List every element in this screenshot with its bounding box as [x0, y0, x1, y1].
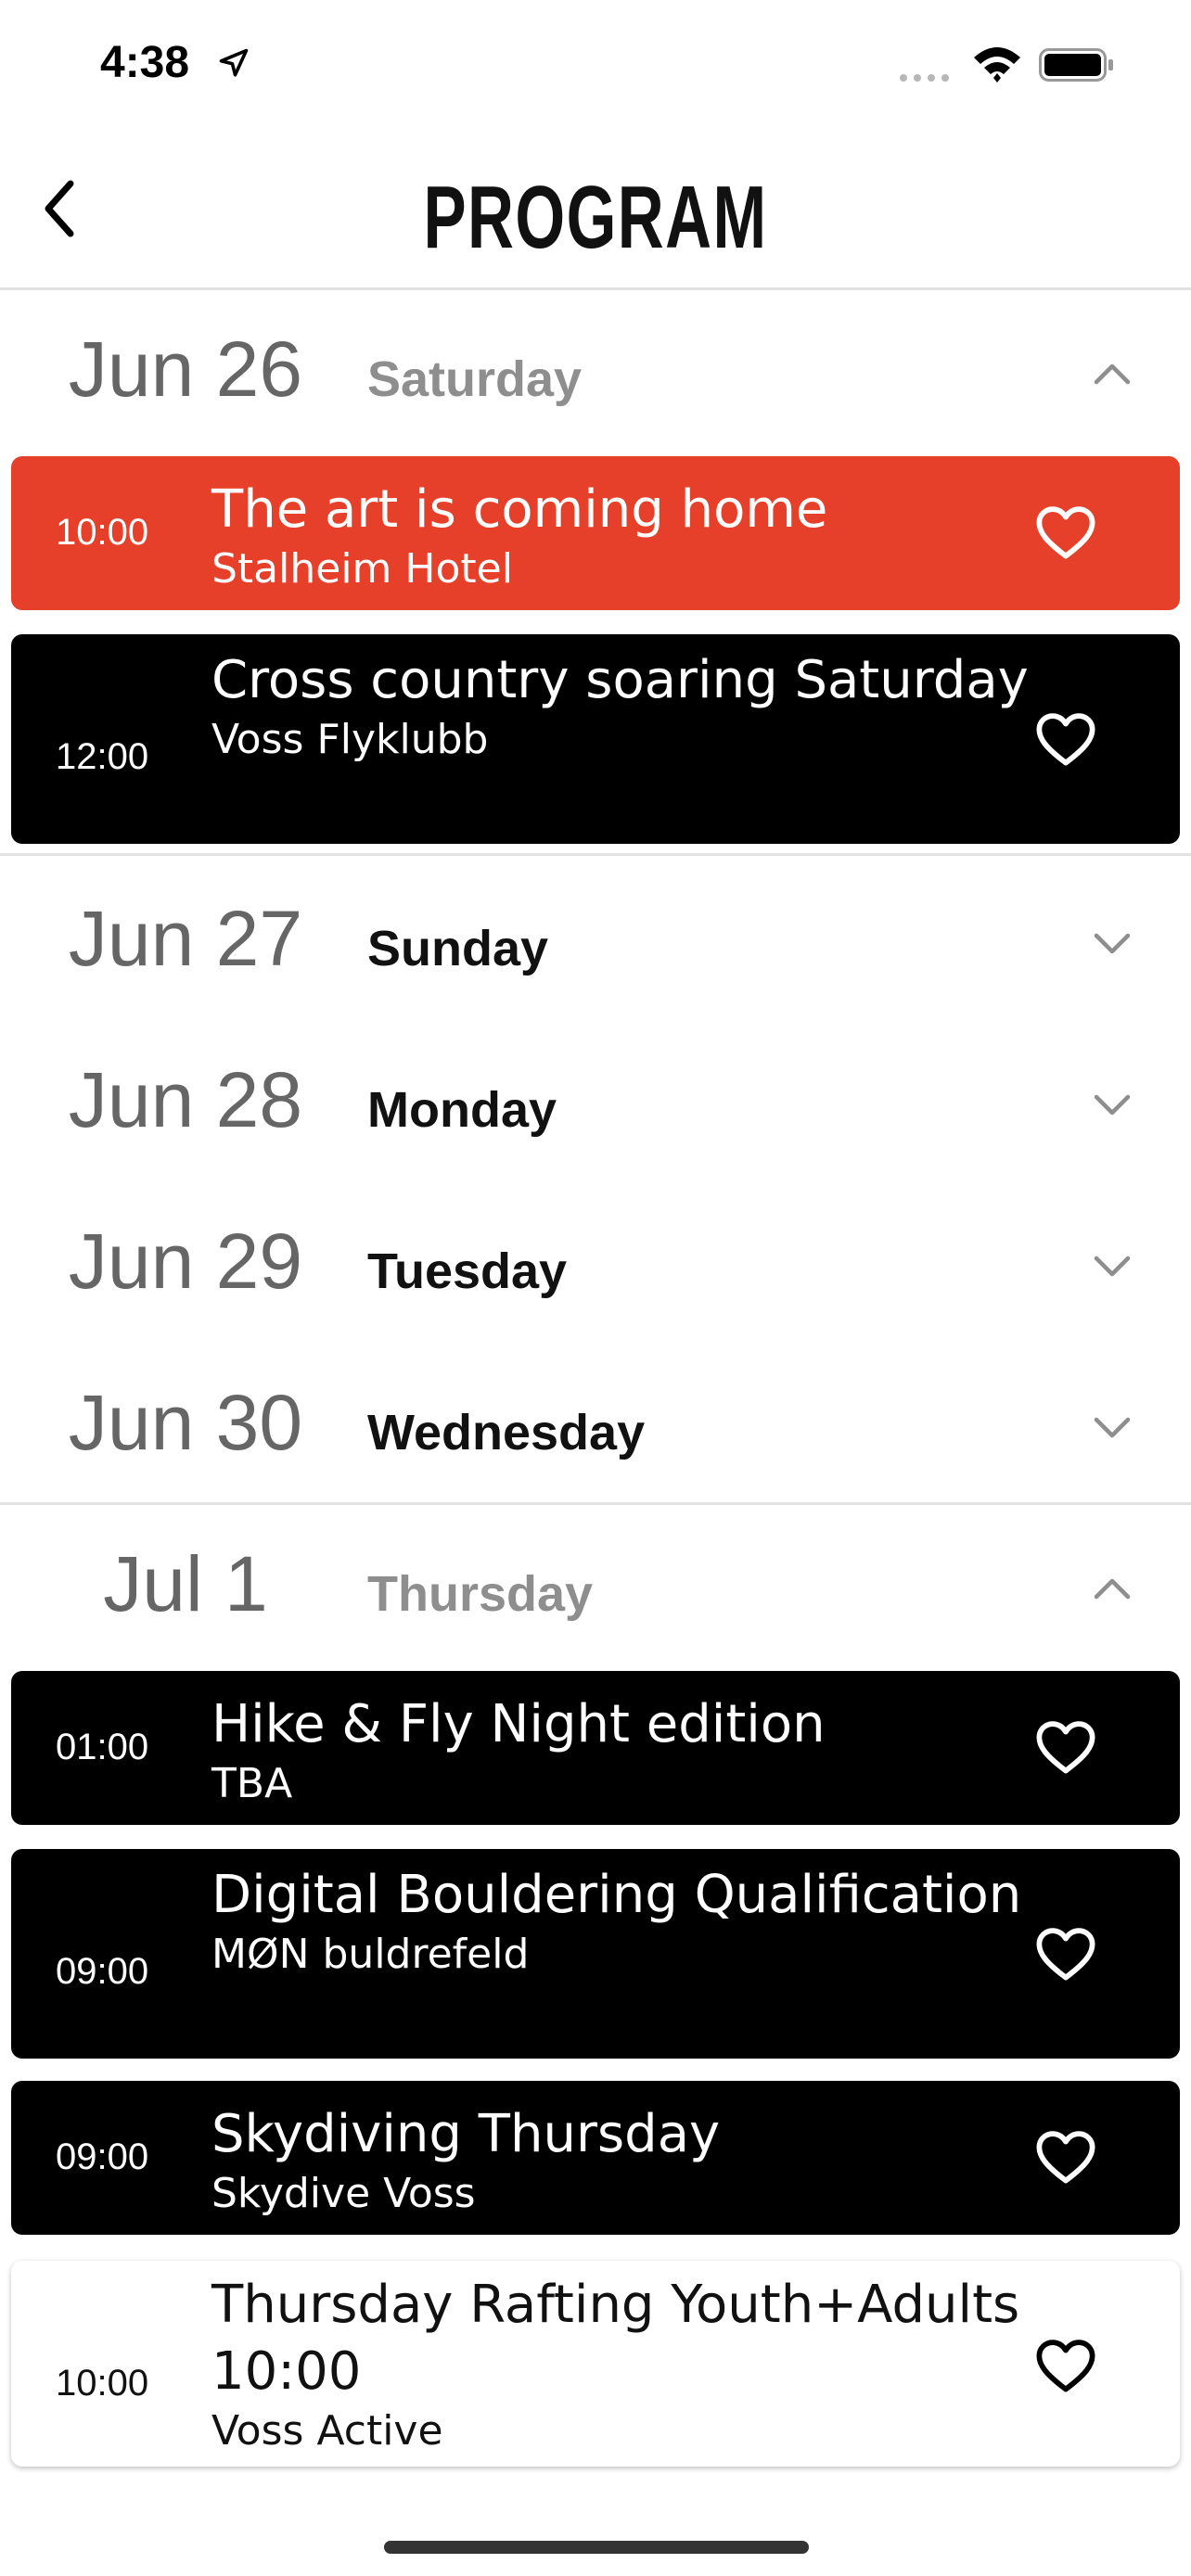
favorite-heart-icon[interactable] — [1035, 1720, 1096, 1776]
day-date: Jul 1 — [103, 1540, 268, 1627]
favorite-heart-icon[interactable] — [1035, 712, 1096, 768]
nav-header: PROGRAM — [0, 130, 1191, 290]
event-info: Cross country soaring Saturday Voss Flyk… — [211, 647, 1031, 766]
status-time: 4:38 — [100, 38, 190, 87]
day-weekday: Sunday — [367, 921, 549, 976]
event-time: 12:00 — [56, 736, 149, 777]
event-name: Hike & Fly Night edition — [211, 1694, 826, 1754]
event-info: Thursday Rafting Youth+Adults 10:00 Voss… — [211, 2272, 1031, 2457]
day-header-jun-26[interactable]: Jun 26 Saturday — [0, 302, 1191, 441]
home-indicator[interactable] — [384, 2541, 809, 2554]
status-bar: 4:38 — [0, 0, 1191, 130]
day-header-jul-1[interactable]: Jul 1 Thursday — [0, 1517, 1191, 1656]
page-title: PROGRAM — [423, 168, 768, 267]
day-date: Jun 29 — [68, 1218, 303, 1305]
event-name: The art is coming home — [211, 479, 828, 540]
day-header-jun-27[interactable]: Jun 27 Sunday — [0, 872, 1191, 1011]
event-card[interactable]: 12:00 Cross country soaring Saturday Vos… — [11, 634, 1180, 844]
location-arrow-icon — [219, 48, 249, 77]
section-divider — [0, 853, 1191, 856]
chevron-up-icon — [1094, 1578, 1131, 1600]
day-date: Jun 26 — [68, 325, 303, 413]
event-card[interactable]: 10:00 Thursday Rafting Youth+Adults 10:0… — [11, 2261, 1180, 2467]
event-location: Stalheim Hotel — [211, 545, 513, 593]
back-chevron-icon[interactable] — [39, 176, 80, 241]
event-name: Thursday Rafting Youth+Adults 10:00 — [211, 2275, 1020, 2402]
day-weekday: Wednesday — [367, 1405, 646, 1460]
day-weekday: Tuesday — [367, 1243, 568, 1299]
cellular-signal-icon — [900, 74, 949, 82]
day-date: Jun 28 — [68, 1056, 303, 1143]
favorite-heart-icon[interactable] — [1035, 505, 1096, 561]
event-card[interactable]: 10:00 The art is coming home Stalheim Ho… — [11, 456, 1180, 610]
favorite-heart-icon[interactable] — [1035, 2130, 1096, 2186]
event-info: Skydiving Thursday Skydive Voss — [211, 2101, 1031, 2220]
event-time: 01:00 — [56, 1727, 149, 1767]
wifi-icon — [974, 47, 1020, 83]
event-info: Hike & Fly Night edition TBA — [211, 1691, 1031, 1810]
event-time: 10:00 — [56, 2363, 149, 2404]
section-divider — [0, 1502, 1191, 1505]
event-location: Skydive Voss — [211, 2170, 476, 2217]
chevron-down-icon — [1094, 933, 1131, 954]
event-location: Voss Active — [211, 2407, 443, 2455]
favorite-heart-icon[interactable] — [1035, 2339, 1096, 2394]
day-weekday: Saturday — [367, 351, 583, 407]
chevron-down-icon — [1094, 1094, 1131, 1116]
day-weekday: Monday — [367, 1082, 557, 1138]
chevron-up-icon — [1094, 363, 1131, 385]
day-header-jun-29[interactable]: Jun 29 Tuesday — [0, 1194, 1191, 1333]
day-date: Jun 30 — [68, 1379, 303, 1466]
favorite-heart-icon[interactable] — [1035, 1927, 1096, 1983]
day-weekday: Thursday — [367, 1566, 594, 1622]
event-time: 09:00 — [56, 1951, 149, 1992]
event-location: Voss Flyklubb — [211, 716, 489, 763]
day-date: Jun 27 — [68, 895, 303, 982]
event-name: Skydiving Thursday — [211, 2104, 721, 2164]
event-time: 09:00 — [56, 2136, 149, 2177]
event-card[interactable]: 01:00 Hike & Fly Night edition TBA — [11, 1671, 1180, 1825]
event-card[interactable]: 09:00 Skydiving Thursday Skydive Voss — [11, 2081, 1180, 2235]
event-info: The art is coming home Stalheim Hotel — [211, 477, 1031, 595]
event-info: Digital Bouldering Qualification MØN bul… — [211, 1862, 1031, 1981]
event-name: Cross country soaring Saturday — [211, 650, 1029, 710]
event-location: MØN buldrefeld — [211, 1931, 530, 1978]
event-location: TBA — [211, 1760, 293, 1807]
battery-icon — [1039, 48, 1113, 82]
event-card[interactable]: 09:00 Digital Bouldering Qualification M… — [11, 1849, 1180, 2059]
event-time: 10:00 — [56, 512, 149, 553]
chevron-down-icon — [1094, 1417, 1131, 1438]
day-header-jun-30[interactable]: Jun 30 Wednesday — [0, 1356, 1191, 1495]
event-name: Digital Bouldering Qualification — [211, 1865, 1022, 1925]
chevron-down-icon — [1094, 1256, 1131, 1277]
day-header-jun-28[interactable]: Jun 28 Monday — [0, 1033, 1191, 1172]
